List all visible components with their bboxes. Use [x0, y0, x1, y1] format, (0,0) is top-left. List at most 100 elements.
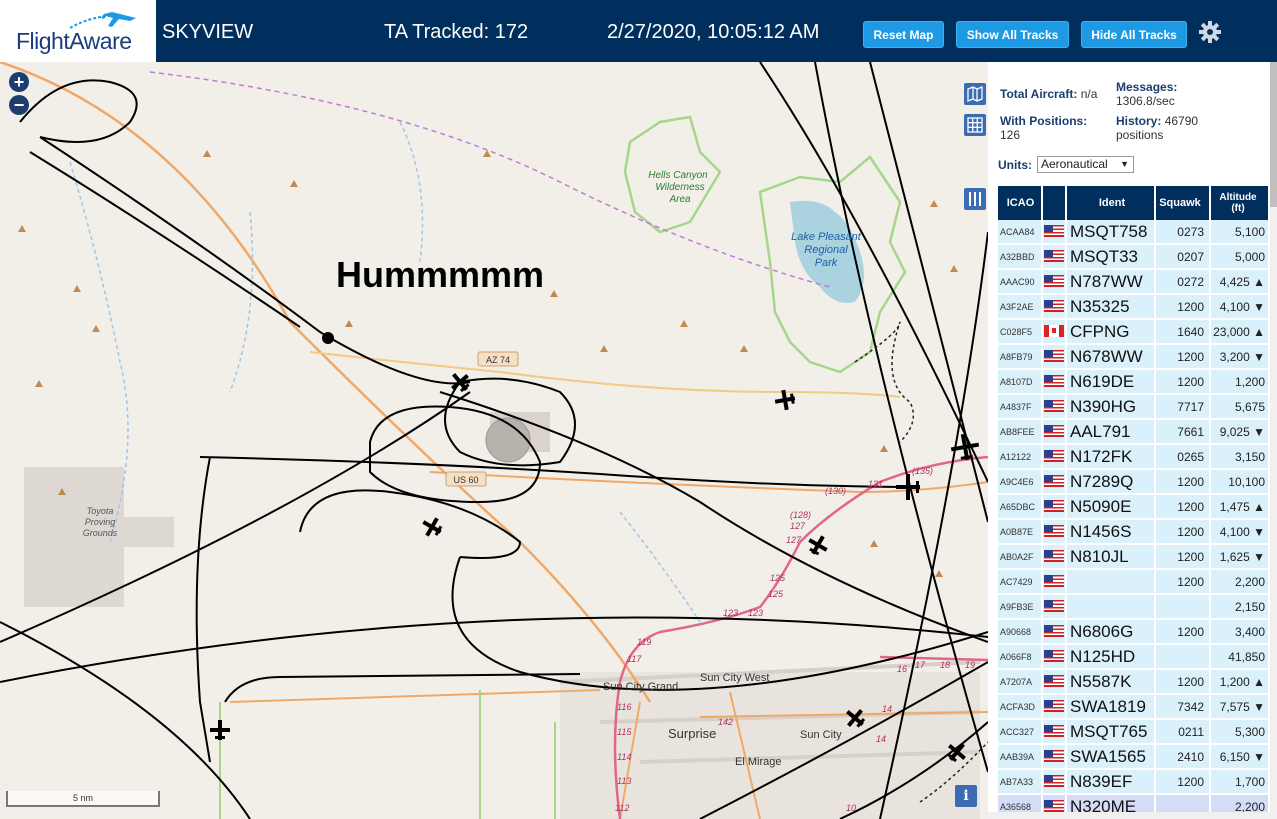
rail-label-123b: 123	[748, 608, 763, 618]
table-row[interactable]: ACC327 MSQT765 0211 5,300	[998, 719, 1270, 745]
units-select[interactable]: Aeronautical ▼	[1037, 156, 1134, 173]
column-header-altitude[interactable]: Altitude (ft)	[1210, 186, 1270, 220]
cell-flag	[1042, 619, 1067, 645]
table-row[interactable]: A0B87E N1456S 1200 4,100 ▼	[998, 519, 1270, 545]
cell-icao: ACC327	[998, 719, 1043, 745]
cell-altitude: 4,100 ▼	[1210, 519, 1270, 545]
table-row[interactable]: AC7429 1200 2,200	[998, 569, 1270, 595]
show-all-tracks-button[interactable]: Show All Tracks	[956, 21, 1069, 48]
map-view[interactable]: Hells Canyon Wilderness Area Lake Pleasa…	[0, 62, 988, 819]
grid-overlay-button[interactable]	[964, 114, 986, 136]
cell-flag	[1042, 744, 1067, 770]
zoom-out-button[interactable]: −	[9, 95, 29, 115]
table-row[interactable]: A32BBD MSQT33 0207 5,000	[998, 244, 1270, 270]
cell-icao: A0B87E	[998, 519, 1043, 545]
flightaware-logo[interactable]: FlightAware	[0, 0, 156, 62]
table-row[interactable]: AB7A33 N839EF 1200 1,700	[998, 769, 1270, 795]
table-row[interactable]: A9FB3E 2,150	[998, 594, 1270, 620]
cell-flag	[1042, 569, 1067, 595]
cell-icao: A9C4E6	[998, 469, 1043, 495]
cell-icao: A8107D	[998, 369, 1043, 395]
cell-squawk: 1640	[1155, 319, 1211, 345]
cell-ident: N390HG	[1066, 394, 1156, 420]
cell-flag	[1042, 494, 1067, 520]
cell-altitude: 9,025 ▼	[1210, 419, 1270, 445]
rail-label-127b: 127	[786, 535, 802, 545]
table-row[interactable]: AAAC90 N787WW 0272 4,425 ▲	[998, 269, 1270, 295]
cell-ident: N7289Q	[1066, 469, 1156, 495]
table-row[interactable]: ACAA84 MSQT758 0273 5,100	[998, 220, 1270, 245]
cell-flag	[1042, 369, 1067, 395]
label-surprise: Surprise	[668, 726, 716, 741]
map-layer-button[interactable]	[964, 83, 986, 105]
cell-ident: N125HD	[1066, 644, 1156, 670]
label-us60: US 60	[453, 475, 478, 485]
column-header-squawk[interactable]: Squawk	[1155, 186, 1211, 220]
scrollbar-thumb[interactable]	[1270, 62, 1277, 207]
column-header-flag[interactable]	[1042, 186, 1067, 220]
table-header-row: ICAO Ident Squawk Altitude (ft)	[998, 186, 1270, 220]
messages-value: 1306.8/sec	[1116, 94, 1175, 108]
us-flag-icon	[1044, 600, 1064, 613]
table-row[interactable]: AAB39A SWA1565 2410 6,150 ▼	[998, 744, 1270, 770]
table-row[interactable]: A066F8 N125HD 41,850	[998, 644, 1270, 670]
cell-flag	[1042, 519, 1067, 545]
hide-all-tracks-button[interactable]: Hide All Tracks	[1081, 21, 1187, 48]
table-row[interactable]: A65DBC N5090E 1200 1,475 ▲	[998, 494, 1270, 520]
altitude-header-line2: (ft)	[1231, 203, 1245, 214]
cell-icao: AB8FEE	[998, 419, 1043, 445]
column-header-icao[interactable]: ICAO	[998, 186, 1043, 220]
table-row[interactable]: AB8FEE AAL791 7661 9,025 ▼	[998, 419, 1270, 445]
cell-icao: A65DBC	[998, 494, 1043, 520]
aircraft-table: ICAO Ident Squawk Altitude (ft) ACAA84 MSQ…	[998, 186, 1270, 819]
cell-icao: ACFA3D	[998, 694, 1043, 720]
cell-squawk: 1200	[1155, 469, 1211, 495]
table-row[interactable]: A90668 N6806G 1200 3,400	[998, 619, 1270, 645]
table-row[interactable]: A3F2AE N35325 1200 4,100 ▼	[998, 294, 1270, 320]
label-sun-city-grand: Sun City Grand	[603, 681, 678, 693]
cell-ident: N810JL	[1066, 544, 1156, 570]
table-row[interactable]: A8107D N619DE 1200 1,200	[998, 369, 1270, 395]
cell-flag	[1042, 269, 1067, 295]
label-sun-city-west: Sun City West	[700, 672, 770, 684]
cell-flag	[1042, 669, 1067, 695]
gear-icon[interactable]	[1198, 20, 1222, 44]
cell-squawk: 1200	[1155, 344, 1211, 370]
cell-ident: N1456S	[1066, 519, 1156, 545]
column-header-ident[interactable]: Ident	[1066, 186, 1156, 220]
total-aircraft-stat: Total Aircraft: n/a	[1000, 87, 1097, 101]
cell-squawk: 0273	[1155, 220, 1211, 245]
column-toggle-button[interactable]	[964, 188, 986, 210]
info-button[interactable]: i	[955, 785, 977, 807]
table-row[interactable]: A9C4E6 N7289Q 1200 10,100	[998, 469, 1270, 495]
cell-squawk: 1200	[1155, 769, 1211, 795]
table-row[interactable]: A4837F N390HG 7717 5,675	[998, 394, 1270, 420]
table-row[interactable]: A8FB79 N678WW 1200 3,200 ▼	[998, 344, 1270, 370]
cell-ident: N619DE	[1066, 369, 1156, 395]
panel-horizontal-scrollbar[interactable]	[988, 812, 1270, 819]
exit-label-16: 16	[897, 664, 907, 674]
cell-flag	[1042, 344, 1067, 370]
history-value: 46790	[1164, 114, 1199, 128]
annotation-text: Hummmmm	[336, 254, 545, 295]
zoom-in-button[interactable]: +	[9, 72, 29, 92]
table-row[interactable]: A12122 N172FK 0265 3,150	[998, 444, 1270, 470]
cell-icao: AC7429	[998, 569, 1043, 595]
us-flag-icon	[1044, 750, 1064, 763]
table-row[interactable]: ACFA3D SWA1819 7342 7,575 ▼	[998, 694, 1270, 720]
cell-squawk: 1200	[1155, 569, 1211, 595]
us-flag-icon	[1044, 800, 1064, 813]
cell-altitude: 3,150	[1210, 444, 1270, 470]
rail-label-128: (128)	[790, 510, 811, 520]
us-flag-icon	[1044, 775, 1064, 788]
table-row[interactable]: AB0A2F N810JL 1200 1,625 ▼	[998, 544, 1270, 570]
panel-vertical-scrollbar[interactable]	[1270, 62, 1277, 819]
table-row[interactable]: A7207A N5587K 1200 1,200 ▲	[998, 669, 1270, 695]
table-row[interactable]: C028F5 CFPNG 1640 23,000 ▲	[998, 319, 1270, 345]
cell-altitude: 2,200	[1210, 569, 1270, 595]
reset-map-button[interactable]: Reset Map	[863, 21, 944, 48]
us-flag-icon	[1044, 500, 1064, 513]
total-aircraft-label: Total Aircraft:	[1000, 87, 1078, 101]
with-positions-stat: With Positions: 126	[1000, 114, 1087, 142]
cell-flag	[1042, 319, 1067, 345]
